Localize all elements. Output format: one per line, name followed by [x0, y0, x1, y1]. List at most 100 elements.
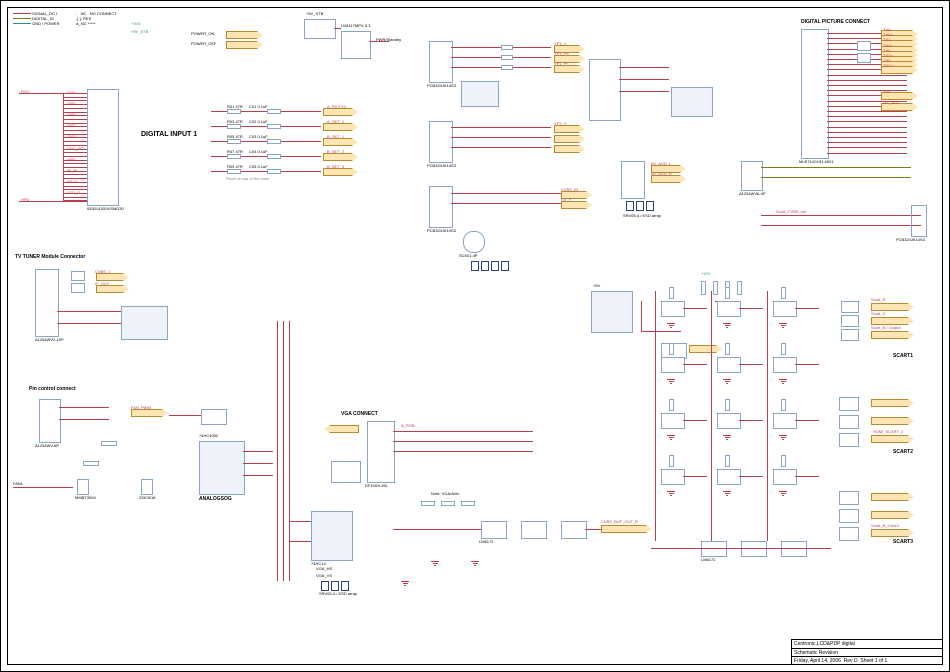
schematic-wire [619, 91, 669, 92]
net-label: A_RGB [401, 423, 415, 428]
net-label: +5V [883, 89, 890, 94]
resistor [725, 455, 730, 467]
ref: C03 0.1uF [249, 134, 268, 139]
schematic-wire [795, 308, 819, 309]
offpage-arrow [651, 175, 681, 183]
resistor [725, 343, 730, 355]
opamp [201, 409, 227, 425]
net-label: YP1_Pb [554, 51, 569, 56]
pin-label: GND [67, 134, 76, 139]
opamp [661, 301, 685, 317]
schematic-wire [243, 475, 273, 476]
part-number: A1254WV-6P [35, 443, 59, 448]
gnd-symbol [779, 379, 787, 380]
resistor [501, 45, 513, 50]
offpage-arrow [554, 135, 580, 143]
legend-symbols: - NC NO CONNECT -[ ]- RES A_NC ***** [76, 11, 117, 26]
ref: R03 47R [227, 119, 243, 124]
schematic-wire [63, 152, 87, 153]
offpage-arrow [554, 125, 580, 133]
ref: C02 0.1uF [249, 119, 268, 124]
resistor [421, 501, 435, 506]
schematic-wire [277, 321, 278, 581]
connector-cn11 [741, 161, 763, 191]
opamp [717, 357, 741, 373]
pin-label: IR_IN [67, 168, 77, 173]
ic-block [671, 87, 713, 117]
schematic-wire [619, 79, 669, 80]
section-title: SCART1 [893, 353, 913, 359]
gnd-symbol [723, 435, 731, 436]
schematic-wire [63, 200, 87, 201]
schematic-wire [63, 163, 87, 164]
schematic-wire [63, 174, 87, 175]
opamp [773, 469, 797, 485]
net-label: +12V [701, 271, 710, 276]
section-title: SCART3 [893, 539, 913, 545]
resistor [737, 281, 742, 295]
schematic-wire [827, 137, 907, 138]
net-label: SV_Y [561, 197, 571, 202]
resistor [501, 65, 513, 70]
tb-sheet: 1 of 1 [875, 658, 888, 664]
net-label: +5V_STB [306, 11, 323, 16]
power-net: +3V3 [131, 21, 140, 26]
schematic-wire [63, 141, 87, 142]
gnd-symbol [471, 561, 479, 562]
offpage-arrow [871, 331, 909, 339]
gnd-symbol [401, 581, 409, 582]
offpage-arrow [329, 425, 359, 433]
gnd-symbol [667, 435, 675, 436]
net-label: B_SET_1 [327, 134, 344, 139]
schematic-wire [761, 225, 921, 226]
gnd-symbol [723, 323, 731, 324]
resistor [441, 501, 455, 506]
offpage-arrow [96, 285, 124, 293]
offpage-arrow [561, 201, 587, 209]
opamp [561, 521, 587, 539]
schematic-wire [641, 301, 642, 331]
part-number: MLB714CH11-MD1 [799, 159, 834, 164]
section-title: Pin control connect [29, 386, 76, 392]
part-number: A1254WVA-4P [739, 191, 766, 196]
schematic-wire [683, 476, 707, 477]
resistor [501, 55, 513, 60]
part: SRV05-4 / ESD array [623, 213, 661, 218]
offpage-arrow [871, 417, 909, 425]
resistor [669, 399, 674, 411]
offpage-arrow [871, 493, 909, 501]
ic-block [304, 19, 336, 39]
esd-diode [636, 201, 644, 211]
ic-u2-mux [199, 441, 245, 495]
offpage-arrow [323, 138, 353, 146]
resistor [227, 139, 241, 144]
title-block: Centronic,LCD&PDP digital Schematic Revi… [791, 639, 943, 665]
part-number: A1254WV2-10P [35, 337, 64, 342]
net-label: VGA_VS [316, 573, 332, 578]
connector-cn04 [367, 421, 395, 483]
transistor-q1 [77, 479, 89, 495]
schematic-wire [451, 147, 551, 148]
resistor [267, 169, 281, 174]
resistor [781, 455, 786, 467]
schematic-wire [289, 521, 311, 522]
ic-block [341, 31, 371, 59]
part-number: PCB324JK14S3 [427, 83, 456, 88]
net-label: CVBS_BUF_OUT_R [601, 519, 638, 524]
offpage-arrow [226, 41, 258, 49]
net-label: POWER_OFF [191, 41, 216, 46]
connector-cn06 [429, 121, 453, 163]
ref: R01 47R [227, 104, 243, 109]
schematic-wire [827, 85, 907, 86]
net-label: YP1_Pr [554, 61, 568, 66]
schematic-wire [393, 451, 533, 452]
transistor-q2 [141, 479, 153, 495]
power-net: +5V_STB [131, 29, 148, 34]
schematic-wire [827, 80, 907, 81]
offpage-arrow [871, 511, 909, 519]
schematic-wire [63, 119, 87, 120]
resistor [781, 287, 786, 299]
net-label: CVBS_T [95, 269, 111, 274]
schematic-wire [393, 431, 533, 432]
offpage-arrow [554, 145, 580, 153]
